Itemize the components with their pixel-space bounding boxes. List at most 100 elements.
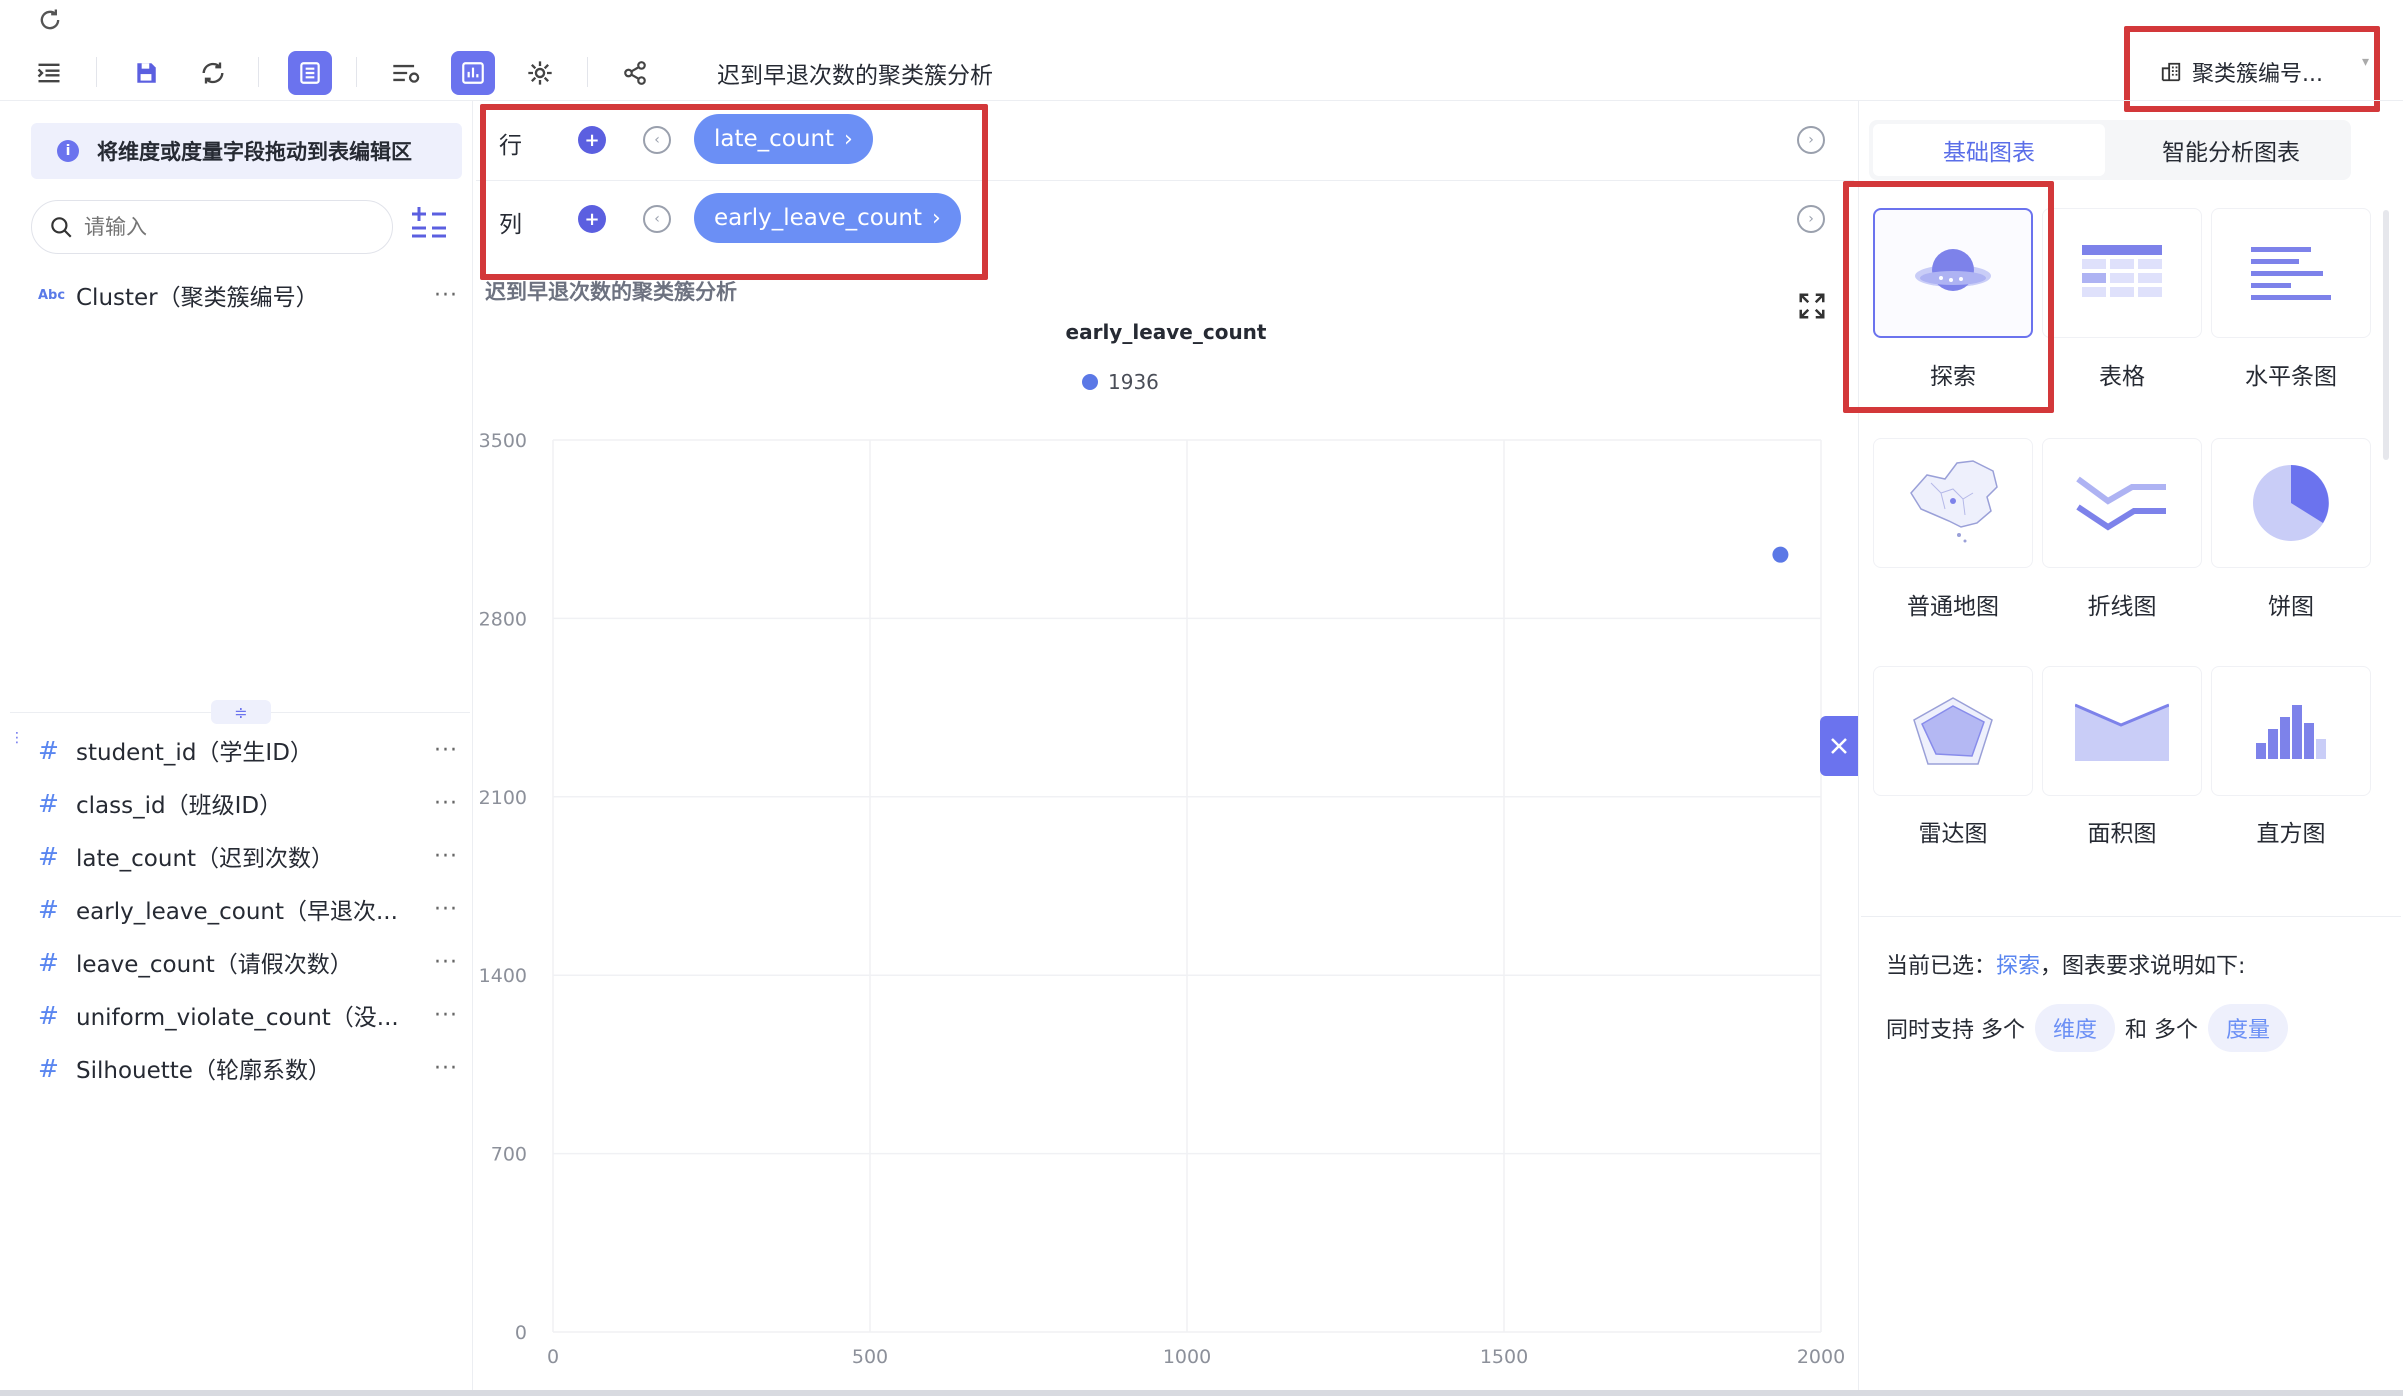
chart-type-area[interactable] (2042, 666, 2202, 796)
number-type-icon: # (38, 788, 59, 818)
data-table-icon[interactable] (288, 51, 332, 95)
line-chart-icon (2076, 476, 2166, 531)
more-icon[interactable]: ··· (434, 844, 458, 869)
selected-chart-name: 探索 (1996, 954, 2041, 979)
more-icon[interactable]: ··· (434, 1056, 458, 1081)
save-icon[interactable] (124, 51, 168, 95)
legend-label[interactable]: 1936 (1108, 370, 1159, 394)
column-pill-early-leave-count[interactable]: early_leave_count › (694, 193, 961, 243)
string-type-icon: Abc (38, 287, 66, 303)
legend-marker[interactable] (1082, 374, 1098, 390)
chart-type-label: 普通地图 (1907, 594, 1999, 620)
gear-icon[interactable] (518, 51, 562, 95)
chart-type-table[interactable] (2042, 208, 2202, 338)
measure-field[interactable]: # late_count（迟到次数） ··· (38, 834, 458, 878)
chart-type-radar[interactable] (1873, 666, 2033, 796)
add-row-icon[interactable]: + (578, 126, 606, 154)
histogram-icon (2256, 705, 2326, 759)
chevron-right-icon: › (932, 205, 941, 231)
sync-icon[interactable] (191, 51, 235, 95)
add-calculated-field-icon[interactable] (410, 206, 448, 246)
measure-field[interactable]: # early_leave_count（早退次... ··· (38, 887, 458, 931)
measure-chip: 度量 (2208, 1004, 2289, 1052)
chart-requirement: 同时支持 多个 维度 和 多个 度量 (1886, 1004, 2289, 1052)
info-icon: i (57, 140, 79, 162)
close-icon (1831, 738, 1847, 754)
chart-type-label: 折线图 (2087, 594, 2157, 620)
chart-type-label: 水平条图 (2245, 364, 2337, 390)
more-icon[interactable]: ··· (434, 283, 458, 308)
number-type-icon: # (38, 841, 59, 871)
planet-icon (1915, 249, 1991, 291)
x-tick-label: 500 (852, 1346, 888, 1368)
chart-view-icon[interactable] (451, 51, 495, 95)
number-type-icon: # (38, 894, 59, 924)
refresh-icon[interactable] (36, 6, 64, 34)
search-input[interactable] (84, 215, 364, 239)
chart-type-line[interactable] (2042, 438, 2202, 568)
x-tick-label: 2000 (1797, 1346, 1845, 1368)
column-shelf-label: 列 (499, 212, 522, 238)
tab-basic-charts[interactable]: 基础图表 (1873, 124, 2105, 176)
tab-smart-charts[interactable]: 智能分析图表 (2115, 124, 2347, 176)
chart-type-pie[interactable] (2211, 438, 2371, 568)
app-window: 迟到早退次数的聚类簇分析 聚类簇编号... ▾ i 将维度或度量字段拖动到表编辑… (0, 0, 2403, 1396)
y-tick-label: 0 (515, 1322, 527, 1344)
chart-type-explore[interactable] (1873, 208, 2033, 338)
scatter-point[interactable] (1772, 546, 1789, 563)
row-pill-late-count[interactable]: late_count › (694, 114, 873, 164)
measure-field[interactable]: # uniform_violate_count（没... ··· (38, 993, 458, 1037)
more-icon[interactable]: ··· (434, 897, 458, 922)
share-icon[interactable] (613, 51, 657, 95)
chart-type-label: 饼图 (2268, 594, 2314, 620)
number-type-icon: # (38, 1000, 59, 1030)
measure-field[interactable]: # Silhouette（轮廓系数） ··· (38, 1046, 458, 1090)
number-type-icon: # (38, 947, 59, 977)
chart-type-label: 探索 (1930, 364, 1976, 390)
expand-column-icon[interactable]: › (1797, 205, 1825, 233)
cluster-select[interactable]: 聚类簇编号... ▾ (2160, 52, 2385, 92)
field-settings-icon[interactable] (384, 51, 428, 95)
field-search[interactable] (31, 200, 393, 254)
more-icon[interactable]: ··· (434, 950, 458, 975)
measure-field[interactable]: # student_id（学生ID） ··· (38, 728, 458, 772)
y-tick-label: 2100 (479, 787, 527, 809)
cluster-select-value: 聚类簇编号... (2192, 62, 2323, 87)
measure-field[interactable]: # class_id（班级ID） ··· (38, 781, 458, 825)
area-chart-icon (2075, 703, 2169, 761)
chart-type-label: 表格 (2099, 364, 2145, 390)
chevron-down-icon: ▾ (2362, 54, 2370, 70)
more-icon[interactable]: ··· (434, 738, 458, 763)
measure-field[interactable]: # leave_count（请假次数） ··· (38, 940, 458, 984)
china-map-icon (1910, 460, 1998, 543)
expand-row-icon[interactable]: › (1797, 126, 1825, 154)
chart-type-horizontal-bar[interactable] (2211, 208, 2371, 338)
x-tick-label: 1000 (1163, 1346, 1211, 1368)
toggle-panel-icon[interactable] (27, 51, 71, 95)
y-tick-label: 1400 (479, 965, 527, 987)
collapse-column-icon[interactable]: ‹ (643, 205, 671, 233)
y-tick-label: 700 (491, 1144, 527, 1166)
drag-tip-banner: i 将维度或度量字段拖动到表编辑区 (31, 123, 462, 179)
radar-chart-icon (1913, 697, 1993, 765)
more-icon[interactable]: ··· (434, 1003, 458, 1028)
field-panel: i 将维度或度量字段拖动到表编辑区 Abc Cluster（聚类簇编号） ···… (10, 100, 470, 1390)
split-handle[interactable]: ≑ (211, 700, 271, 724)
page-title: 迟到早退次数的聚类簇分析 (717, 63, 993, 89)
add-column-icon[interactable]: + (578, 205, 606, 233)
row-shelf-label: 行 (499, 133, 522, 159)
close-panel-button[interactable] (1820, 716, 1858, 776)
dimension-field-cluster[interactable]: Abc Cluster（聚类簇编号） ··· (38, 273, 458, 317)
panel-scrollbar[interactable] (2383, 210, 2389, 460)
more-icon[interactable]: ··· (434, 791, 458, 816)
chart-type-histogram[interactable] (2211, 666, 2371, 796)
chart-type-panel: 基础图表 智能分析图表 探索 表格 水平条图 普通地图 折线图 饼图 雷达图 面… (1861, 100, 2401, 1390)
collapse-row-icon[interactable]: ‹ (643, 126, 671, 154)
drag-handle-icon[interactable]: ⋮ (10, 730, 24, 760)
chart-series-title: early_leave_count (1066, 320, 1267, 344)
x-tick-label: 1500 (1480, 1346, 1528, 1368)
chevron-right-icon: › (844, 126, 853, 152)
horizontal-bar-icon (2251, 247, 2331, 300)
chart-type-map[interactable] (1873, 438, 2033, 568)
chart-type-tabs: 基础图表 智能分析图表 (1869, 120, 2351, 180)
